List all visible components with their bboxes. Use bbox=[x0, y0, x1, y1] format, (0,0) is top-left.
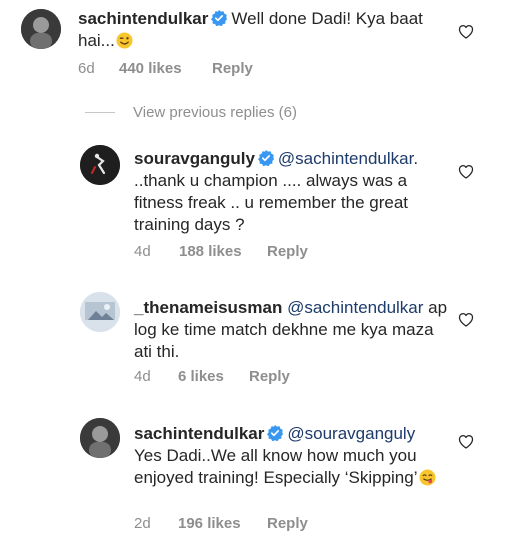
like-heart-icon[interactable] bbox=[458, 312, 474, 327]
username[interactable]: souravganguly bbox=[134, 149, 255, 168]
like-heart-icon[interactable] bbox=[458, 434, 474, 449]
username[interactable]: sachintendulkar bbox=[134, 424, 264, 443]
likes-count[interactable]: 6 likes bbox=[178, 368, 249, 385]
tongue-emoji-icon bbox=[419, 469, 436, 486]
likes-count[interactable]: 196 likes bbox=[178, 515, 267, 532]
mention-link[interactable]: @souravganguly bbox=[287, 424, 415, 443]
reply-button[interactable]: Reply bbox=[212, 60, 253, 77]
reply-button[interactable]: Reply bbox=[267, 515, 308, 532]
avatar[interactable] bbox=[80, 418, 120, 458]
comment-text: Yes Dadi..We all know how much you enjoy… bbox=[134, 446, 418, 487]
mention-link[interactable]: @sachintendulkar bbox=[278, 149, 413, 168]
like-heart-icon[interactable] bbox=[458, 24, 474, 39]
reply-button[interactable]: Reply bbox=[267, 243, 308, 260]
comment-body: sachintendulkar Well done Dadi! Kya baat … bbox=[78, 8, 458, 52]
username[interactable]: _thenameisusman bbox=[134, 298, 282, 317]
timestamp[interactable]: 2d bbox=[134, 515, 178, 532]
verified-badge-icon bbox=[267, 425, 284, 441]
comment-meta: 6d 440 likes Reply bbox=[78, 60, 253, 77]
likes-count[interactable]: 188 likes bbox=[179, 243, 267, 260]
like-heart-icon[interactable] bbox=[458, 164, 474, 179]
divider bbox=[85, 112, 115, 113]
avatar[interactable] bbox=[80, 145, 120, 185]
comment-body: sachintendulkar @souravganguly Yes Dadi..… bbox=[134, 423, 444, 489]
comment-body: _thenameisusman @sachintendulkar ap log … bbox=[134, 297, 449, 363]
avatar[interactable] bbox=[21, 9, 61, 49]
view-previous-replies-label: View previous replies (6) bbox=[133, 104, 297, 121]
timestamp[interactable]: 4d bbox=[134, 368, 178, 385]
verified-badge-icon bbox=[257, 150, 274, 166]
username[interactable]: sachintendulkar bbox=[78, 9, 208, 28]
reply-button[interactable]: Reply bbox=[249, 368, 290, 385]
comment-meta: 4d 6 likes Reply bbox=[134, 368, 290, 385]
likes-count[interactable]: 440 likes bbox=[119, 60, 212, 77]
wink-emoji-icon bbox=[116, 32, 133, 49]
comment-body: souravganguly @sachintendulkar. ..thank u… bbox=[134, 148, 444, 236]
avatar[interactable] bbox=[80, 292, 120, 332]
comment-meta: 2d 196 likes Reply bbox=[134, 515, 308, 532]
timestamp[interactable]: 4d bbox=[134, 243, 179, 260]
timestamp[interactable]: 6d bbox=[78, 60, 119, 77]
mention-link[interactable]: @sachintendulkar bbox=[287, 298, 423, 317]
verified-badge-icon bbox=[211, 10, 228, 26]
view-previous-replies-button[interactable]: View previous replies (6) bbox=[85, 104, 297, 121]
comment-meta: 4d 188 likes Reply bbox=[134, 243, 308, 260]
